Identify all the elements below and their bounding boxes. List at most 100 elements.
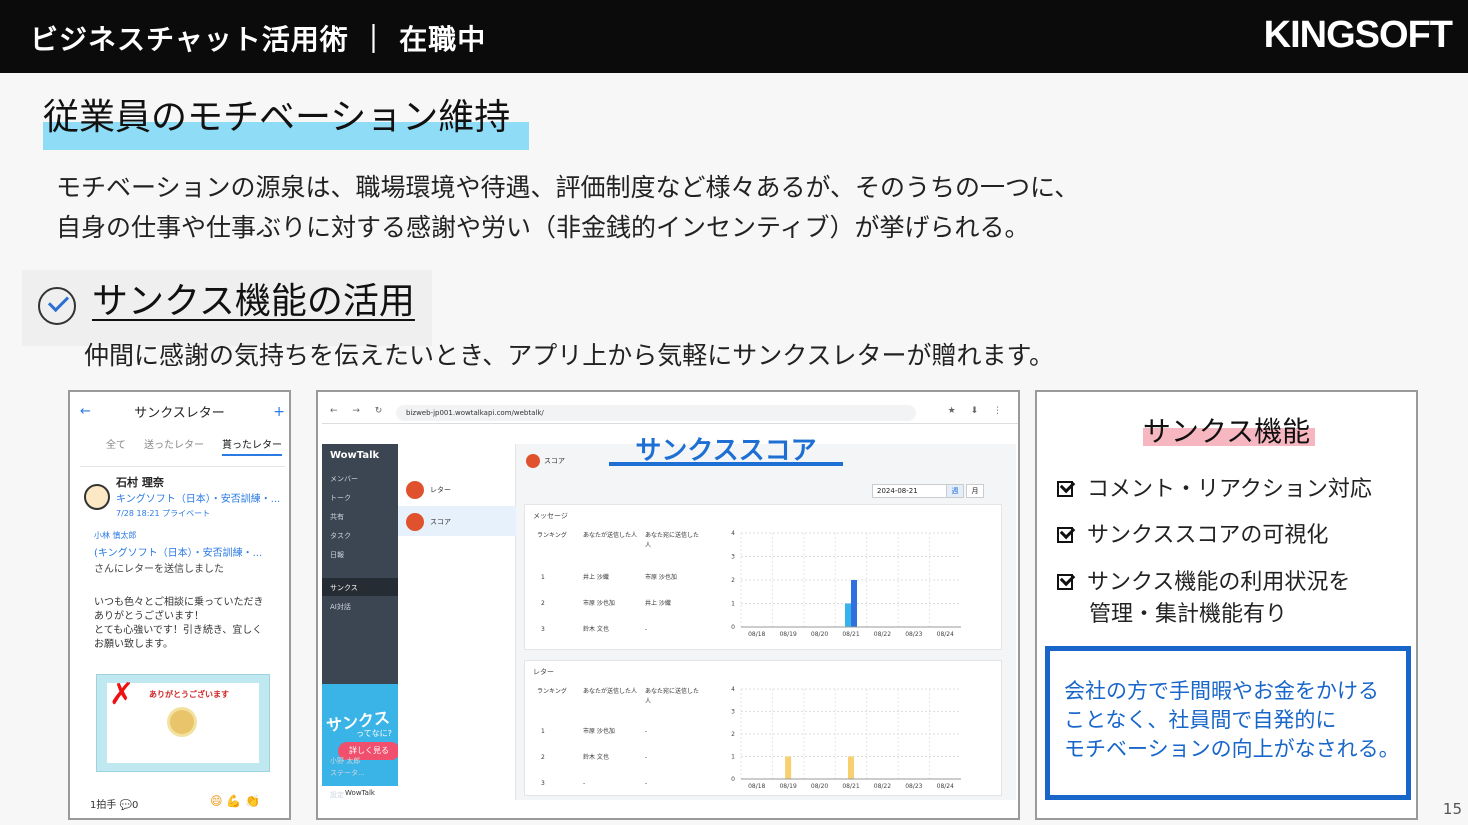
recipient-name: 小林 慎太郎 — [94, 531, 137, 540]
submenu-label: スコア — [430, 518, 451, 526]
table-cell: - — [645, 754, 648, 761]
score-overlay-underline — [609, 462, 843, 466]
tab-received[interactable]: 貰ったレター — [222, 436, 282, 456]
checkbox-icon — [1057, 527, 1073, 543]
message-line: とても心強いです！引き続き、宜しく — [94, 625, 263, 636]
x-tick-label: 08/20 — [811, 783, 828, 790]
thanks-submenu: レター スコア — [398, 444, 516, 800]
col-received: あなた宛に送信した人 — [645, 532, 700, 549]
checkbox-icon — [1057, 481, 1073, 497]
table-cell: 1 — [541, 574, 545, 581]
table-cell: 市原 沙也加 — [583, 728, 615, 735]
col-ranking: ランキング — [537, 688, 567, 695]
view-header: スコア — [526, 454, 565, 468]
menu-thanks[interactable]: サンクス — [330, 583, 358, 593]
menu-talk[interactable]: トーク — [330, 493, 351, 503]
message-score-box: メッセージ ランキング あなたが送信した人 あなた宛に送信した人 1 井上 沙織… — [524, 504, 1002, 650]
letter-score-chart: 0 1 2 3 4 08/18 08/19 08/20 08/21 08/22 08/23 08/24 — [731, 686, 961, 790]
reaction-emoji-icons[interactable]: 😄 💪 👏 — [210, 794, 260, 808]
recipient-org: (キングソフト（日本）・安否訓練・... — [94, 548, 263, 559]
x-tick-label: 08/23 — [905, 631, 922, 638]
col-ranking: ランキング — [537, 532, 567, 539]
tab-sent[interactable]: 送ったレター — [144, 436, 204, 451]
menu-task[interactable]: タスク — [330, 531, 351, 541]
y-tick-label: 1 — [731, 754, 735, 761]
thanks-card-image: ✗ ありがとうございます — [96, 674, 270, 772]
feature-item: コメント・リアクション対応 — [1057, 474, 1372, 506]
feature-item: サンクス機能の利用状況を — [1057, 567, 1350, 599]
table-cell: 市原 沙也加 — [583, 600, 615, 607]
letter-icon — [406, 481, 424, 499]
kingsoft-logo: KINGSOFT — [1263, 14, 1453, 56]
x-tick-label: 08/22 — [874, 783, 891, 790]
add-icon[interactable]: + — [273, 404, 285, 420]
table-cell: - — [583, 780, 586, 787]
menu-share[interactable]: 共有 — [330, 512, 344, 522]
x-tick-label: 08/20 — [811, 631, 828, 638]
table-cell: 3 — [541, 626, 545, 633]
table-cell: 鈴木 文也 — [583, 754, 609, 761]
letter-score-box: レター ランキング あなたが送信した人 あなた宛に送信した人 1 市原 沙也加 … — [524, 660, 1002, 796]
feature-label: サンクススコアの可視化 — [1087, 523, 1329, 548]
y-tick-label: 4 — [731, 530, 735, 537]
date-picker[interactable]: 2024-08-21 — [872, 484, 952, 498]
bar — [851, 580, 857, 627]
y-tick-label: 4 — [731, 686, 735, 693]
x-tick-label: 08/24 — [937, 631, 954, 638]
letter-section-title: レター — [533, 668, 554, 676]
menu-ai[interactable]: AI対話 — [330, 602, 351, 612]
y-tick-label: 1 — [731, 601, 735, 608]
score-view: スコア 2024-08-21 週 月 メッセージ ランキング あなたが送信した人… — [516, 444, 1016, 800]
feature-label: コメント・リアクション対応 — [1087, 477, 1372, 502]
reaction-count[interactable]: 1拍手 💬0 — [90, 796, 138, 811]
address-bar[interactable]: bizweb-jp001.wowtalkapi.com/webtalk/ — [396, 405, 916, 421]
bar — [845, 603, 851, 627]
note-line: モチベーションの向上がなされる。 — [1064, 737, 1400, 761]
x-tick-label: 08/18 — [748, 631, 765, 638]
phone-title: サンクスレター — [134, 406, 225, 421]
x-tick-label: 08/19 — [779, 631, 796, 638]
letter-message: いつも色々とご相談に乗っていただき ありがとうございます！ とても心強いです！引… — [94, 596, 279, 652]
check-circle-icon — [38, 287, 76, 325]
table-cell: 2 — [541, 600, 545, 607]
settings-link[interactable]: 設定 — [330, 790, 344, 800]
submenu-letter[interactable]: レター — [398, 474, 516, 504]
y-tick-label: 0 — [731, 624, 735, 631]
menu-daily[interactable]: 日報 — [330, 550, 344, 560]
table-cell: 井上 沙織 — [645, 600, 671, 607]
intro-text: モチベーションの源泉は、職場環境や待遇、評価制度など様々あるが、そのうちの一つに… — [56, 168, 1079, 248]
user-status[interactable]: ステータ... — [330, 768, 365, 778]
feature-label: サンクス機能の利用状況を — [1087, 570, 1351, 595]
week-toggle[interactable]: 週 — [946, 484, 964, 498]
message-section-title: メッセージ — [533, 512, 568, 520]
user-name[interactable]: 小野 太郎 — [330, 756, 360, 766]
phone-screenshot: ← サンクスレター + 全て 送ったレター 貰ったレター 石村 理奈 キングソフ… — [68, 390, 291, 820]
app-sidebar: WowTalk メンバー トーク 共有 タスク 日報 サンクス AI対話 サンク… — [322, 444, 400, 800]
app-brand: WowTalk — [330, 450, 380, 461]
col-sent: あなたが送信した人 — [583, 688, 638, 695]
table-cell: - — [645, 780, 648, 787]
bar — [785, 756, 792, 779]
submenu-score[interactable]: スコア — [398, 506, 516, 536]
feature-item-cont: 管理・集計機能有り — [1089, 602, 1288, 627]
features-title: サンクス機能 — [1142, 415, 1311, 448]
tab-all[interactable]: 全て — [106, 436, 126, 451]
browser-tool-icons[interactable]: ★ ⬇ ⋮ — [948, 406, 1008, 416]
table-cell: 井上 沙織 — [583, 574, 609, 581]
y-tick-label: 0 — [731, 776, 735, 783]
message-score-chart: 0 1 2 3 4 08/18 08/19 08/20 08/21 08/22 08/23 08/24 — [731, 530, 961, 638]
main-heading: 従業員のモチベーション維持 — [43, 97, 511, 138]
y-tick-label: 3 — [731, 554, 735, 561]
month-toggle[interactable]: 月 — [966, 484, 984, 498]
submenu-label: レター — [430, 486, 451, 494]
avatar — [84, 484, 110, 510]
score-icon — [526, 454, 540, 468]
message-line: ありがとうございます！ — [94, 611, 204, 622]
x-tick-label: 08/22 — [874, 631, 891, 638]
intro-line-1: モチベーションの源泉は、職場環境や待遇、評価制度など様々あるが、そのうちの一つに… — [56, 173, 1080, 202]
table-cell: 2 — [541, 754, 545, 761]
note-line: 会社の方で手間暇やお金をかける — [1064, 679, 1379, 703]
menu-members[interactable]: メンバー — [330, 474, 358, 484]
table-cell: 1 — [541, 728, 545, 735]
col-sent: あなたが送信した人 — [583, 532, 638, 539]
